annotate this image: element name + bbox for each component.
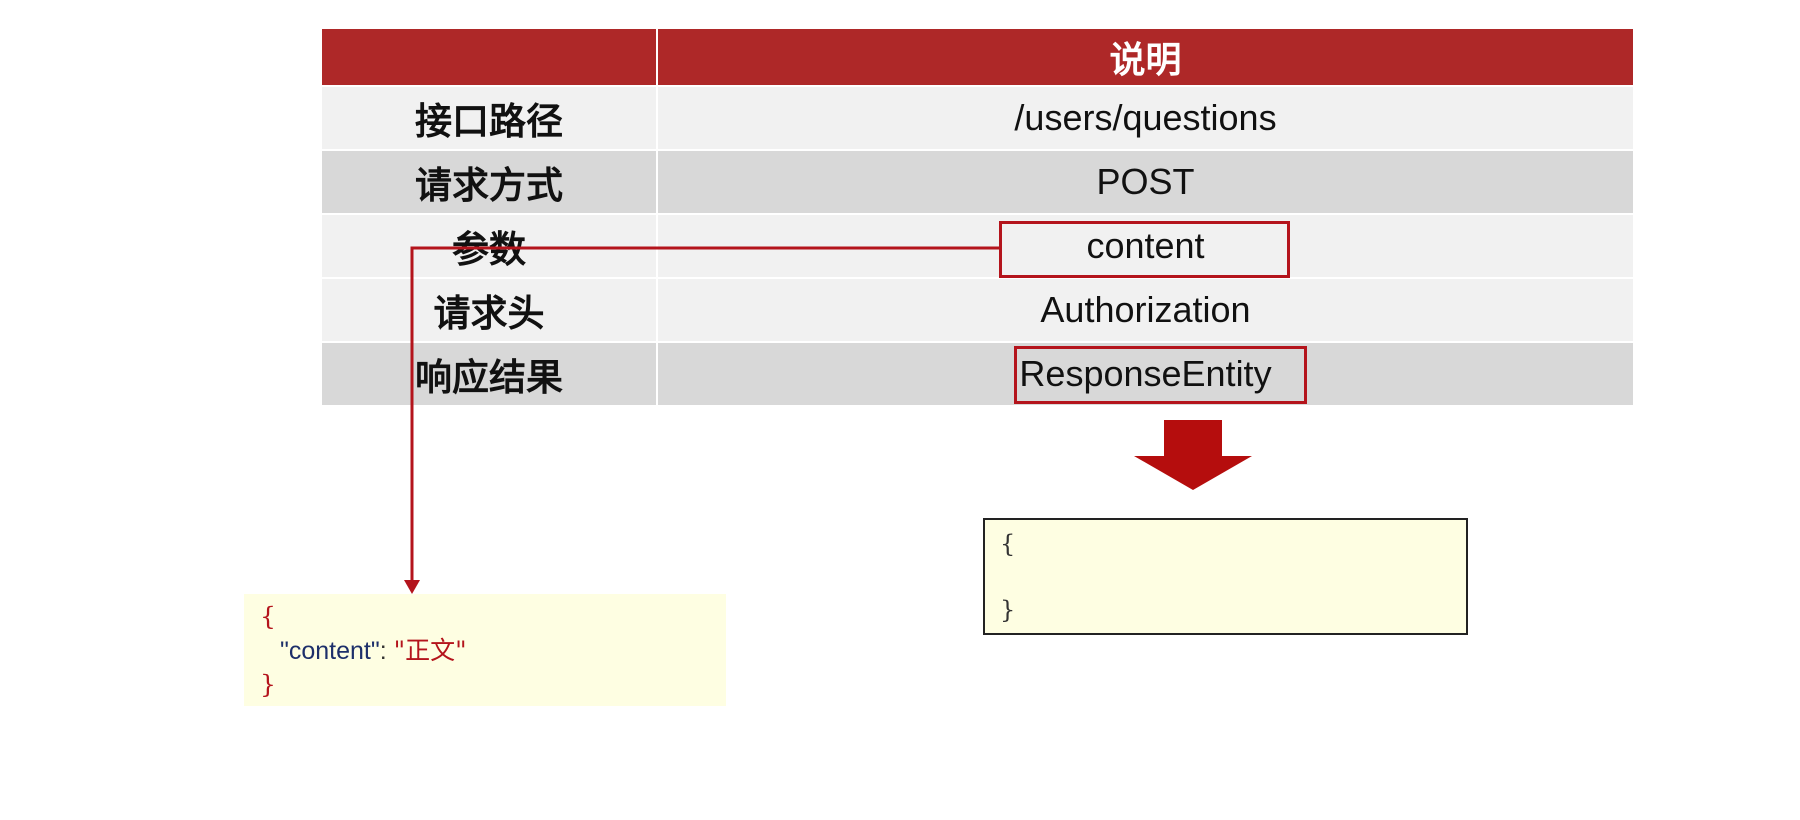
table-row: 请求方式 POST [320,149,1635,215]
api-spec-table: 说明 接口路径 /users/questions 请求方式 POST 参数 co… [320,27,1635,407]
param-connector-arrowhead [404,580,420,594]
row-value-headers: Authorization [656,277,1635,343]
table-header-row: 说明 [320,27,1635,87]
row-value-method: POST [656,149,1635,215]
header-cell-description: 说明 [656,27,1635,87]
request-body-json: { "content": "正文" } [244,594,726,706]
row-label-response: 响应结果 [320,341,658,407]
row-label-path: 接口路径 [320,85,658,151]
response-open-brace: { [1000,530,1016,558]
row-label-params: 参数 [320,213,658,279]
response-highlight-box [1014,346,1307,404]
table-row: 接口路径 /users/questions [320,85,1635,151]
row-label-method: 请求方式 [320,149,658,215]
table-row: 参数 content [320,213,1635,279]
request-value-content: "正文" [393,636,467,665]
request-close-brace: } [260,670,276,699]
table-row: 请求头 Authorization [320,277,1635,343]
table-row: 响应结果 ResponseEntity [320,341,1635,407]
header-cell-name [320,27,658,87]
request-key-content: "content" [280,637,380,665]
row-label-headers: 请求头 [320,277,658,343]
content-highlight-box [999,221,1290,278]
request-colon: : [379,637,394,665]
request-open-brace: { [260,602,276,631]
response-down-arrow [1134,420,1252,490]
row-value-path: /users/questions [656,85,1635,151]
response-close-brace: } [1000,596,1016,624]
response-body-json: { } [983,518,1468,635]
